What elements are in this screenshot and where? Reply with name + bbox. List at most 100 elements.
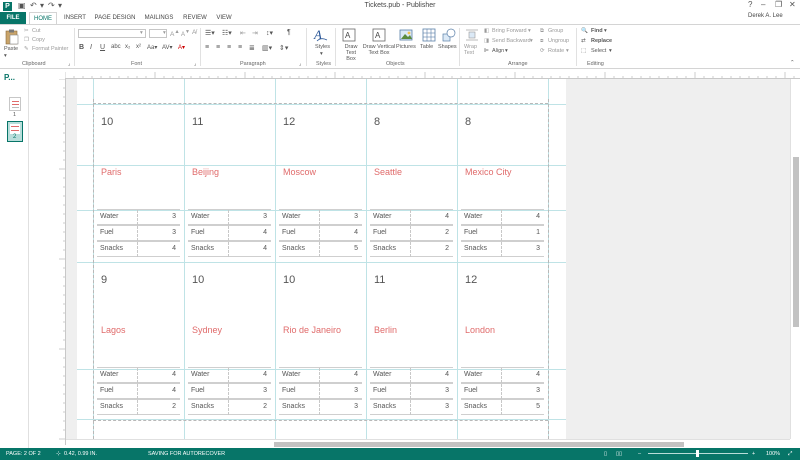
supply-row-fuel[interactable]: Fuel 3	[279, 383, 362, 399]
replace-button[interactable]: Replace	[591, 38, 612, 44]
clear-formatting-icon[interactable]: A̸	[192, 29, 196, 36]
ticket-number[interactable]: 12	[465, 274, 477, 286]
supply-row-snacks[interactable]: Snacks 2	[188, 399, 271, 415]
shapes-icon[interactable]	[442, 28, 456, 42]
ticket-card[interactable]: 10 Paris Water 3 Fuel 3 Snacks 4	[93, 104, 184, 262]
italic-icon[interactable]: I	[90, 44, 92, 51]
minimize-button[interactable]: –	[761, 0, 765, 9]
wrap-text-button[interactable]: Wrap Text	[464, 44, 478, 56]
tab-insert[interactable]: INSERT	[60, 12, 90, 24]
table-icon[interactable]	[422, 28, 436, 42]
distribute-icon[interactable]: ≣	[249, 44, 255, 52]
supply-row-fuel[interactable]: Fuel 1	[461, 225, 544, 241]
ticket-number[interactable]: 8	[374, 116, 380, 128]
supply-row-snacks[interactable]: Snacks 2	[370, 241, 453, 257]
supply-row-water[interactable]: Water 4	[370, 367, 453, 383]
page-thumbnail-1[interactable]	[9, 97, 21, 111]
group-button[interactable]: Group	[548, 28, 563, 34]
styles-dropdown-icon[interactable]: ▾	[320, 51, 323, 57]
pictures-icon[interactable]	[399, 28, 413, 42]
draw-vertical-text-box-icon[interactable]: A	[372, 28, 386, 42]
change-case-icon[interactable]: Aa▾	[147, 44, 157, 51]
ticket-card[interactable]: 9 Lagos Water 4 Fuel 4 Snacks 2	[93, 262, 184, 420]
paragraph-launcher-icon[interactable]: ⌟	[299, 61, 302, 67]
page-thumbnail-2[interactable]: 2	[7, 121, 23, 142]
page-indicator[interactable]: PAGE: 2 OF 2	[6, 451, 41, 457]
horizontal-scrollbar[interactable]	[66, 439, 790, 448]
bring-forward-dropdown-icon[interactable]: ▾	[528, 28, 531, 34]
horizontal-scroll-thumb[interactable]	[274, 442, 684, 447]
clipboard-launcher-icon[interactable]: ⌟	[68, 61, 71, 67]
supply-row-fuel[interactable]: Fuel 2	[370, 225, 453, 241]
tab-view[interactable]: VIEW	[212, 12, 236, 24]
ticket-number[interactable]: 10	[101, 116, 113, 128]
ticket-card[interactable]: 10 Rio de Janeiro Water 4 Fuel 3 Snacks 3	[275, 262, 366, 420]
numbering-icon[interactable]: ☷▾	[222, 29, 232, 37]
align-center-icon[interactable]: ≡	[216, 44, 220, 51]
ticket-city[interactable]: Moscow	[283, 167, 316, 177]
copy-button[interactable]: Copy	[32, 37, 45, 43]
ungroup-button[interactable]: Ungroup	[548, 38, 569, 44]
supply-row-snacks[interactable]: Snacks 4	[97, 241, 180, 257]
ticket-city[interactable]: Lagos	[101, 325, 126, 335]
ticket-number[interactable]: 11	[192, 116, 203, 128]
zoom-in-icon[interactable]: +	[752, 451, 755, 457]
supply-row-snacks[interactable]: Snacks 5	[279, 241, 362, 257]
superscript-icon[interactable]: x²	[136, 44, 141, 50]
styles-icon[interactable]: A	[313, 27, 329, 43]
bullets-icon[interactable]: ☰▾	[205, 29, 215, 37]
font-size-dropdown-icon[interactable]: ▾	[163, 30, 166, 36]
spacing-before-icon[interactable]: ⇕▾	[279, 44, 288, 52]
supply-row-water[interactable]: Water 4	[461, 209, 544, 225]
supply-row-water[interactable]: Water 4	[279, 367, 362, 383]
align-dropdown-icon[interactable]: ▾	[505, 48, 508, 54]
vertical-ruler[interactable]	[57, 79, 66, 445]
subscript-icon[interactable]: x₂	[125, 44, 130, 50]
tab-page-design[interactable]: PAGE DESIGN	[92, 12, 138, 24]
wrap-text-icon[interactable]	[465, 28, 479, 42]
ticket-card[interactable]: 11 Beijing Water 3 Fuel 4 Snacks 4	[184, 104, 275, 262]
collapse-ribbon-icon[interactable]: ⌃	[790, 60, 795, 66]
zoom-slider-thumb[interactable]	[696, 450, 699, 457]
ticket-city[interactable]: Seattle	[374, 167, 402, 177]
supply-row-water[interactable]: Water 4	[188, 367, 271, 383]
rotate-button[interactable]: Rotate	[548, 48, 564, 54]
font-launcher-icon[interactable]: ⌟	[194, 61, 197, 67]
supply-row-fuel[interactable]: Fuel 3	[461, 383, 544, 399]
draw-vertical-text-box-button[interactable]: Draw Vertical Text Box	[361, 44, 397, 56]
ticket-card[interactable]: 8 Seattle Water 4 Fuel 2 Snacks 2	[366, 104, 457, 262]
justify-icon[interactable]: ≡	[238, 44, 242, 51]
show-paragraph-marks-icon[interactable]: ¶	[287, 29, 291, 36]
supply-row-snacks[interactable]: Snacks 3	[279, 399, 362, 415]
horizontal-ruler[interactable]	[65, 70, 800, 79]
ticket-city[interactable]: Berlin	[374, 325, 397, 335]
supply-row-water[interactable]: Water 3	[188, 209, 271, 225]
ticket-city[interactable]: Sydney	[192, 325, 222, 335]
ticket-number[interactable]: 10	[192, 274, 204, 286]
tab-file[interactable]: FILE	[0, 12, 26, 24]
ticket-city[interactable]: Rio de Janeiro	[283, 325, 341, 335]
supply-row-fuel[interactable]: Fuel 4	[97, 383, 180, 399]
cut-button[interactable]: Cut	[32, 28, 41, 34]
ticket-card[interactable]: 8 Mexico City Water 4 Fuel 1 Snacks 3	[457, 104, 548, 262]
publication-page[interactable]: 10 Paris Water 3 Fuel 3 Snacks 4 11 Beijing Water 3…	[77, 79, 566, 439]
supply-row-snacks[interactable]: Snacks 3	[461, 241, 544, 257]
send-backward-dropdown-icon[interactable]: ▾	[530, 38, 533, 44]
send-backward-button[interactable]: Send Backward	[492, 38, 531, 44]
underline-icon[interactable]: U	[100, 44, 105, 51]
ticket-number[interactable]: 8	[465, 116, 471, 128]
supply-row-snacks[interactable]: Snacks 4	[188, 241, 271, 257]
table-button[interactable]: Table	[420, 44, 433, 50]
find-dropdown-icon[interactable]: ▾	[604, 28, 607, 34]
select-dropdown-icon[interactable]: ▾	[609, 48, 612, 54]
format-painter-button[interactable]: Format Painter	[32, 46, 68, 52]
ticket-city[interactable]: London	[465, 325, 495, 335]
zoom-out-icon[interactable]: –	[638, 451, 641, 457]
supply-row-water[interactable]: Water 4	[461, 367, 544, 383]
vertical-scrollbar[interactable]	[790, 79, 800, 439]
ticket-card[interactable]: 10 Sydney Water 4 Fuel 3 Snacks 2	[184, 262, 275, 420]
ticket-card[interactable]: 11 Berlin Water 4 Fuel 3 Snacks 3	[366, 262, 457, 420]
strikethrough-icon[interactable]: abc	[111, 44, 121, 50]
draw-text-box-icon[interactable]: A	[342, 28, 356, 42]
ticket-card[interactable]: 12 Moscow Water 3 Fuel 4 Snacks 5	[275, 104, 366, 262]
